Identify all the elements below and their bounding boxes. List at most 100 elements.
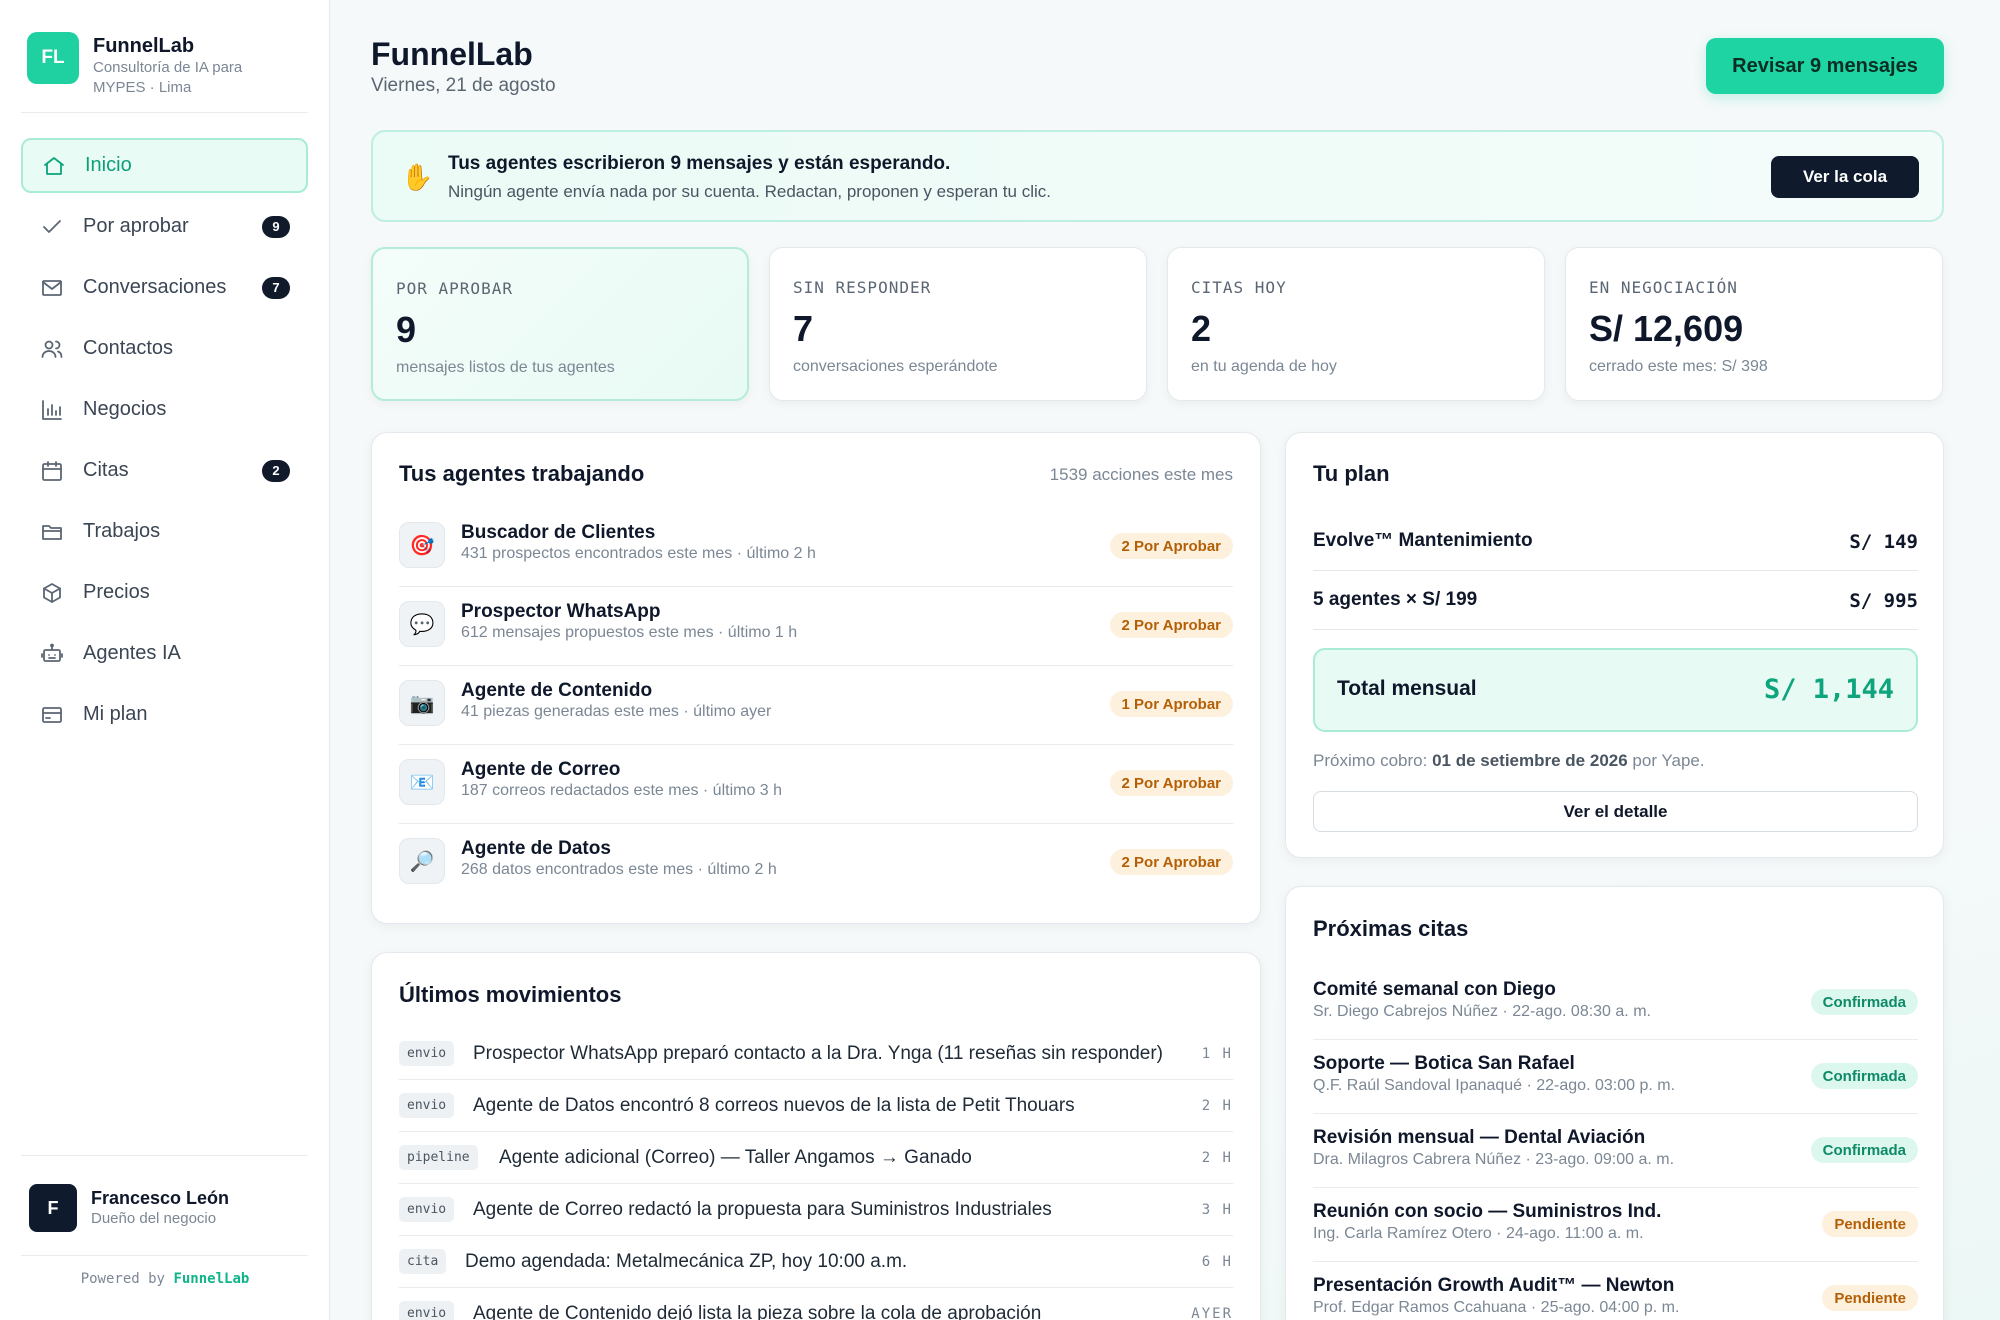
plan-line-label: 5 agentes × S/ 199 [1313,589,1478,610]
magnifier-icon: 🔎 [399,838,445,884]
activity-text: Agente de Datos encontró 8 correos nuevo… [473,1095,1075,1116]
raised-hand-icon: ✋ [401,162,434,192]
review-messages-button[interactable]: Revisar 9 mensajes [1706,38,1944,94]
agent-description: 612 mensajes propuestos este mes · últim… [461,624,798,641]
agent-row[interactable]: 📧 Agente de Correo 187 correos redactado… [399,745,1233,824]
activity-row[interactable]: cita Demo agendada: Metalmecánica ZP, ho… [399,1236,1233,1288]
appointment-row[interactable]: Presentación Growth Audit™ — Newton Prof… [1313,1262,1918,1320]
appointment-row[interactable]: Soporte — Botica San Rafael Q.F. Raúl Sa… [1313,1040,1918,1114]
agent-row[interactable]: 🎯 Buscador de Clientes 431 prospectos en… [399,508,1233,587]
movements-card: Últimos movimientos envio Prospector Wha… [371,952,1261,1320]
activity-tag: envio [399,1197,455,1222]
activity-text: Agente adicional (Correo) — Taller Angam… [499,1147,972,1168]
sidebar-item-label: Citas [83,459,129,481]
stat-card-sin-responder[interactable]: SIN RESPONDER 7 conversaciones esperándo… [769,247,1147,401]
sidebar-nav: Inicio Por aprobar 9 Conversaciones 7 Co… [21,138,308,748]
folder-icon [39,519,65,545]
pending-approval-badge[interactable]: 2 Por Aprobar [1109,612,1233,638]
agent-row[interactable]: 📷 Agente de Contenido 41 piezas generada… [399,666,1233,745]
card-title: Tus agentes trabajando [399,461,645,486]
sidebar-item-label: Mi plan [83,703,148,725]
agent-row[interactable]: 💬 Prospector WhatsApp 612 mensajes propu… [399,587,1233,666]
agent-description: 187 correos redactados este mes · último… [461,782,783,799]
agent-description: 41 piezas generadas este mes · último ay… [461,703,772,720]
count-badge: 7 [262,276,290,299]
stat-value: 2 [1191,308,1212,349]
sidebar-item-trabajos[interactable]: Trabajos [21,504,308,559]
view-detail-button[interactable]: Ver el detalle [1313,791,1918,832]
activity-tag: pipeline [399,1145,478,1170]
home-icon [41,153,67,179]
stat-value: 9 [396,309,417,350]
activity-tag: envio [399,1041,455,1066]
pending-approval-badge[interactable]: 2 Por Aprobar [1109,770,1233,796]
appointment-details: Sr. Diego Cabrejos Núñez · 22-ago. 08:30… [1313,1003,1651,1020]
brand[interactable]: FL FunnelLab Consultoría de IA para MYPE… [27,32,283,98]
brand-subtitle: Consultoría de IA para MYPES · Lima [93,59,243,96]
count-badge: 2 [262,459,290,482]
stat-subtitle: conversaciones esperándote [793,358,998,375]
next-charge-suffix: por Yape. [1632,751,1705,770]
stat-card-por-aprobar[interactable]: POR APROBAR 9 mensajes listos de tus age… [371,247,749,401]
user-role: Dueño del negocio [91,1210,217,1227]
activity-row[interactable]: envio Prospector WhatsApp preparó contac… [399,1028,1233,1080]
sidebar: FL FunnelLab Consultoría de IA para MYPE… [0,0,330,1320]
activity-row[interactable]: envio Agente de Contenido dejó lista la … [399,1288,1233,1320]
activity-time: 2 H [1201,1150,1233,1166]
user-profile[interactable]: F Francesco León Dueño del negocio [29,1184,229,1232]
sidebar-item-label: Por aprobar [83,215,189,237]
sidebar-item-por-aprobar[interactable]: Por aprobar 9 [21,199,308,254]
sidebar-item-label: Contactos [83,337,174,359]
card-title: Tu plan [1313,461,1390,486]
sidebar-item-conversaciones[interactable]: Conversaciones 7 [21,260,308,315]
next-charge-prefix: Próximo cobro: [1313,751,1428,770]
activity-row[interactable]: envio Agente de Correo redactó la propue… [399,1184,1233,1236]
sidebar-item-mi-plan[interactable]: Mi plan [21,687,308,742]
plan-line-amount: S/ 149 [1849,531,1918,553]
appointment-row[interactable]: Revisión mensual — Dental Aviación Dra. … [1313,1114,1918,1188]
activity-row[interactable]: envio Agente de Datos encontró 8 correos… [399,1080,1233,1132]
plan-line-item: Evolve™ Mantenimiento S/ 149 [1313,512,1918,571]
sidebar-item-citas[interactable]: Citas 2 [21,443,308,498]
appointment-title: Presentación Growth Audit™ — Newton [1313,1275,1675,1296]
alert-title: Tus agentes escribieron 9 mensajes y est… [448,153,951,174]
appointment-row[interactable]: Reunión con socio — Suministros Ind. Ing… [1313,1188,1918,1262]
stat-card-en-negociacion[interactable]: EN NEGOCIACIÓN S/ 12,609 cerrado este me… [1565,247,1943,401]
sidebar-divider [21,1155,308,1156]
activity-tag: envio [399,1301,455,1320]
user-name: Francesco León [91,1188,230,1208]
sidebar-item-inicio[interactable]: Inicio [21,138,308,193]
appointment-row[interactable]: Comité semanal con Diego Sr. Diego Cabre… [1313,966,1918,1040]
view-queue-button[interactable]: Ver la cola [1771,156,1919,198]
activity-row[interactable]: pipeline Agente adicional (Correo) — Tal… [399,1132,1233,1184]
stat-subtitle: mensajes listos de tus agentes [396,359,615,376]
powered-brand[interactable]: FunnelLab [173,1271,249,1287]
stat-label: EN NEGOCIACIÓN [1589,278,1738,297]
agent-row[interactable]: 🔎 Agente de Datos 268 datos encontrados … [399,824,1233,903]
agent-name: Agente de Correo [461,759,621,780]
sidebar-item-label: Negocios [83,398,167,420]
sidebar-item-label: Precios [83,581,150,603]
sidebar-item-negocios[interactable]: Negocios [21,382,308,437]
activity-text: Prospector WhatsApp preparó contacto a l… [473,1043,1164,1064]
sidebar-item-precios[interactable]: Precios [21,565,308,620]
mail-icon [39,275,65,301]
speech-bubble-icon: 💬 [399,601,445,647]
pending-approval-badge[interactable]: 1 Por Aprobar [1109,691,1233,717]
agent-name: Agente de Contenido [461,680,653,701]
pending-approval-badge[interactable]: 2 Por Aprobar [1109,533,1233,559]
appointment-title: Revisión mensual — Dental Aviación [1313,1127,1646,1148]
sidebar-item-label: Agentes IA [83,642,181,664]
pending-approval-badge[interactable]: 2 Por Aprobar [1109,849,1233,875]
main-content: FunnelLab Viernes, 21 de agosto Revisar … [330,0,2000,1320]
sidebar-item-agentes-ia[interactable]: Agentes IA [21,626,308,681]
appointment-title: Soporte — Botica San Rafael [1313,1053,1575,1074]
appointment-title: Comité semanal con Diego [1313,979,1556,1000]
next-charge-date: 01 de setiembre de 2026 [1432,751,1628,770]
calendar-icon [39,458,65,484]
stat-card-citas-hoy[interactable]: CITAS HOY 2 en tu agenda de hoy [1167,247,1545,401]
stat-value: S/ 12,609 [1589,308,1744,349]
sidebar-item-contactos[interactable]: Contactos [21,321,308,376]
total-amount: S/ 1,144 [1763,674,1894,705]
total-label: Total mensual [1337,677,1477,700]
